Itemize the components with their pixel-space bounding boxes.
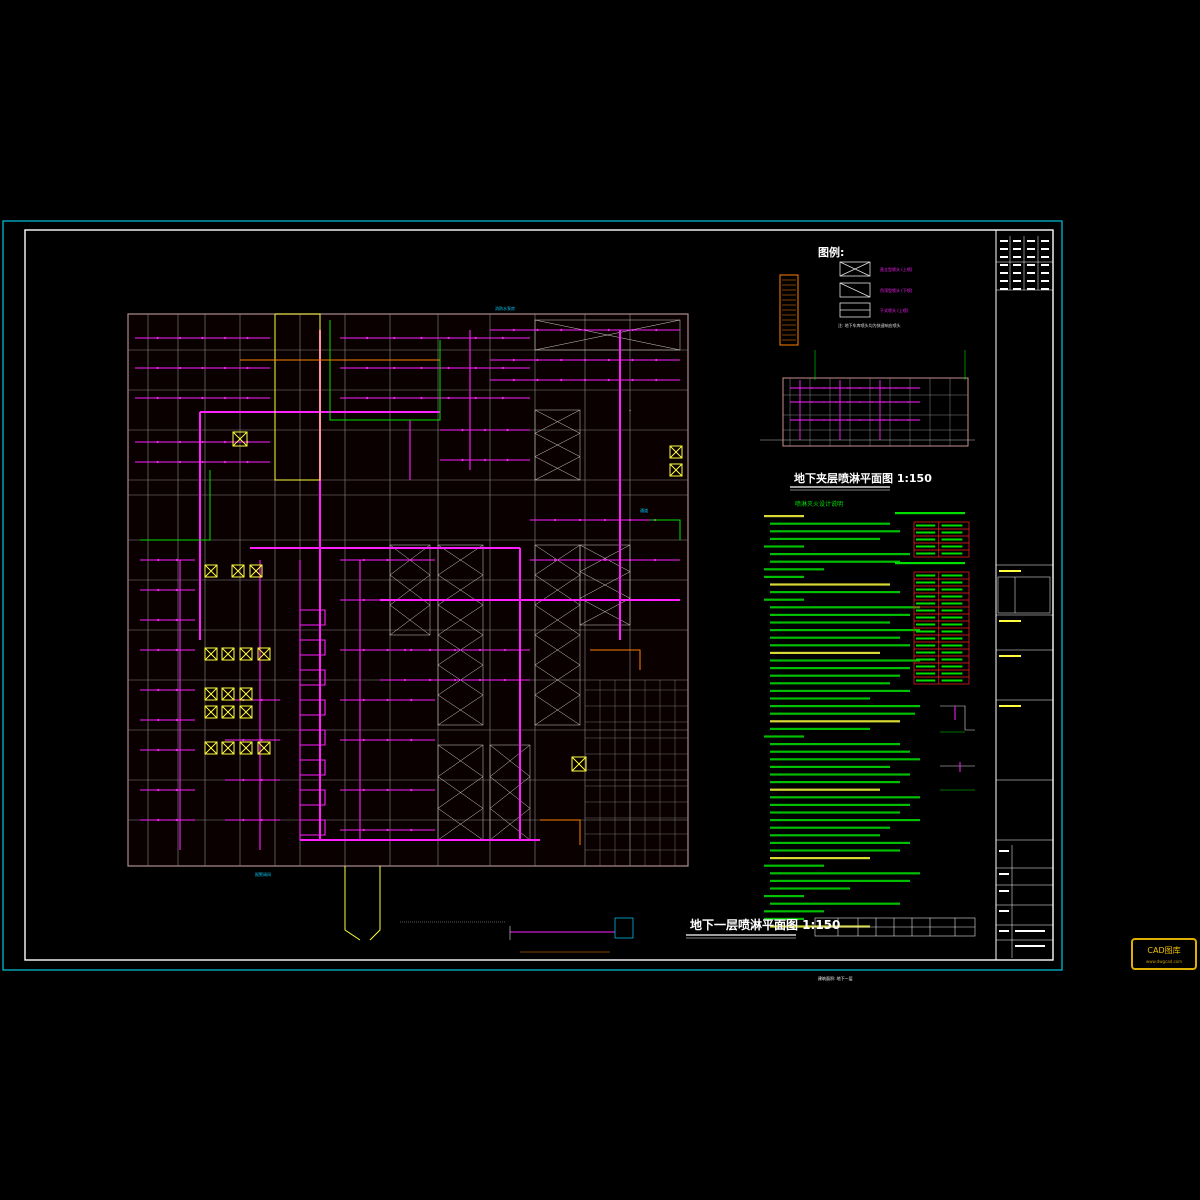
svg-text:吊顶型喷头 (下喷): 吊顶型喷头 (下喷) xyxy=(880,287,913,293)
cad-drawing: 消防水泵房 报警阀间 通道 直立型喷头 (上喷) 吊顶型喷头 (下喷) 干式喷头… xyxy=(0,0,1200,1200)
svg-text:注: 地下车库喷头均为快速响应喷头: 注: 地下车库喷头均为快速响应喷头 xyxy=(838,322,901,328)
logo-url: www.dwgcad.com xyxy=(1145,959,1183,964)
svg-text:直立型喷头 (上喷): 直立型喷头 (上喷) xyxy=(880,266,913,272)
bottom-caption: 建筑面积: 地下一层 xyxy=(818,975,853,981)
svg-text:通道: 通道 xyxy=(640,507,648,513)
svg-text:报警阀间: 报警阀间 xyxy=(255,871,271,877)
cad-library-logo: CAD图库 www.dwgcad.com xyxy=(1131,938,1197,970)
mezzanine-plan-title: 地下夹层喷淋平面图 1:150 xyxy=(794,471,932,485)
main-floor-plan: 消防水泵房 报警阀间 通道 xyxy=(127,305,689,941)
logo-text: CAD图库 xyxy=(1147,946,1181,955)
design-notes-title: 喷淋灭火设计说明 xyxy=(795,500,843,508)
svg-text:干式喷头 (上喷): 干式喷头 (上喷) xyxy=(880,307,909,313)
main-plan-title: 地下一层喷淋平面图 1:150 xyxy=(690,917,840,932)
legend-title: 图例: xyxy=(818,245,844,259)
svg-text:消防水泵房: 消防水泵房 xyxy=(495,305,515,311)
